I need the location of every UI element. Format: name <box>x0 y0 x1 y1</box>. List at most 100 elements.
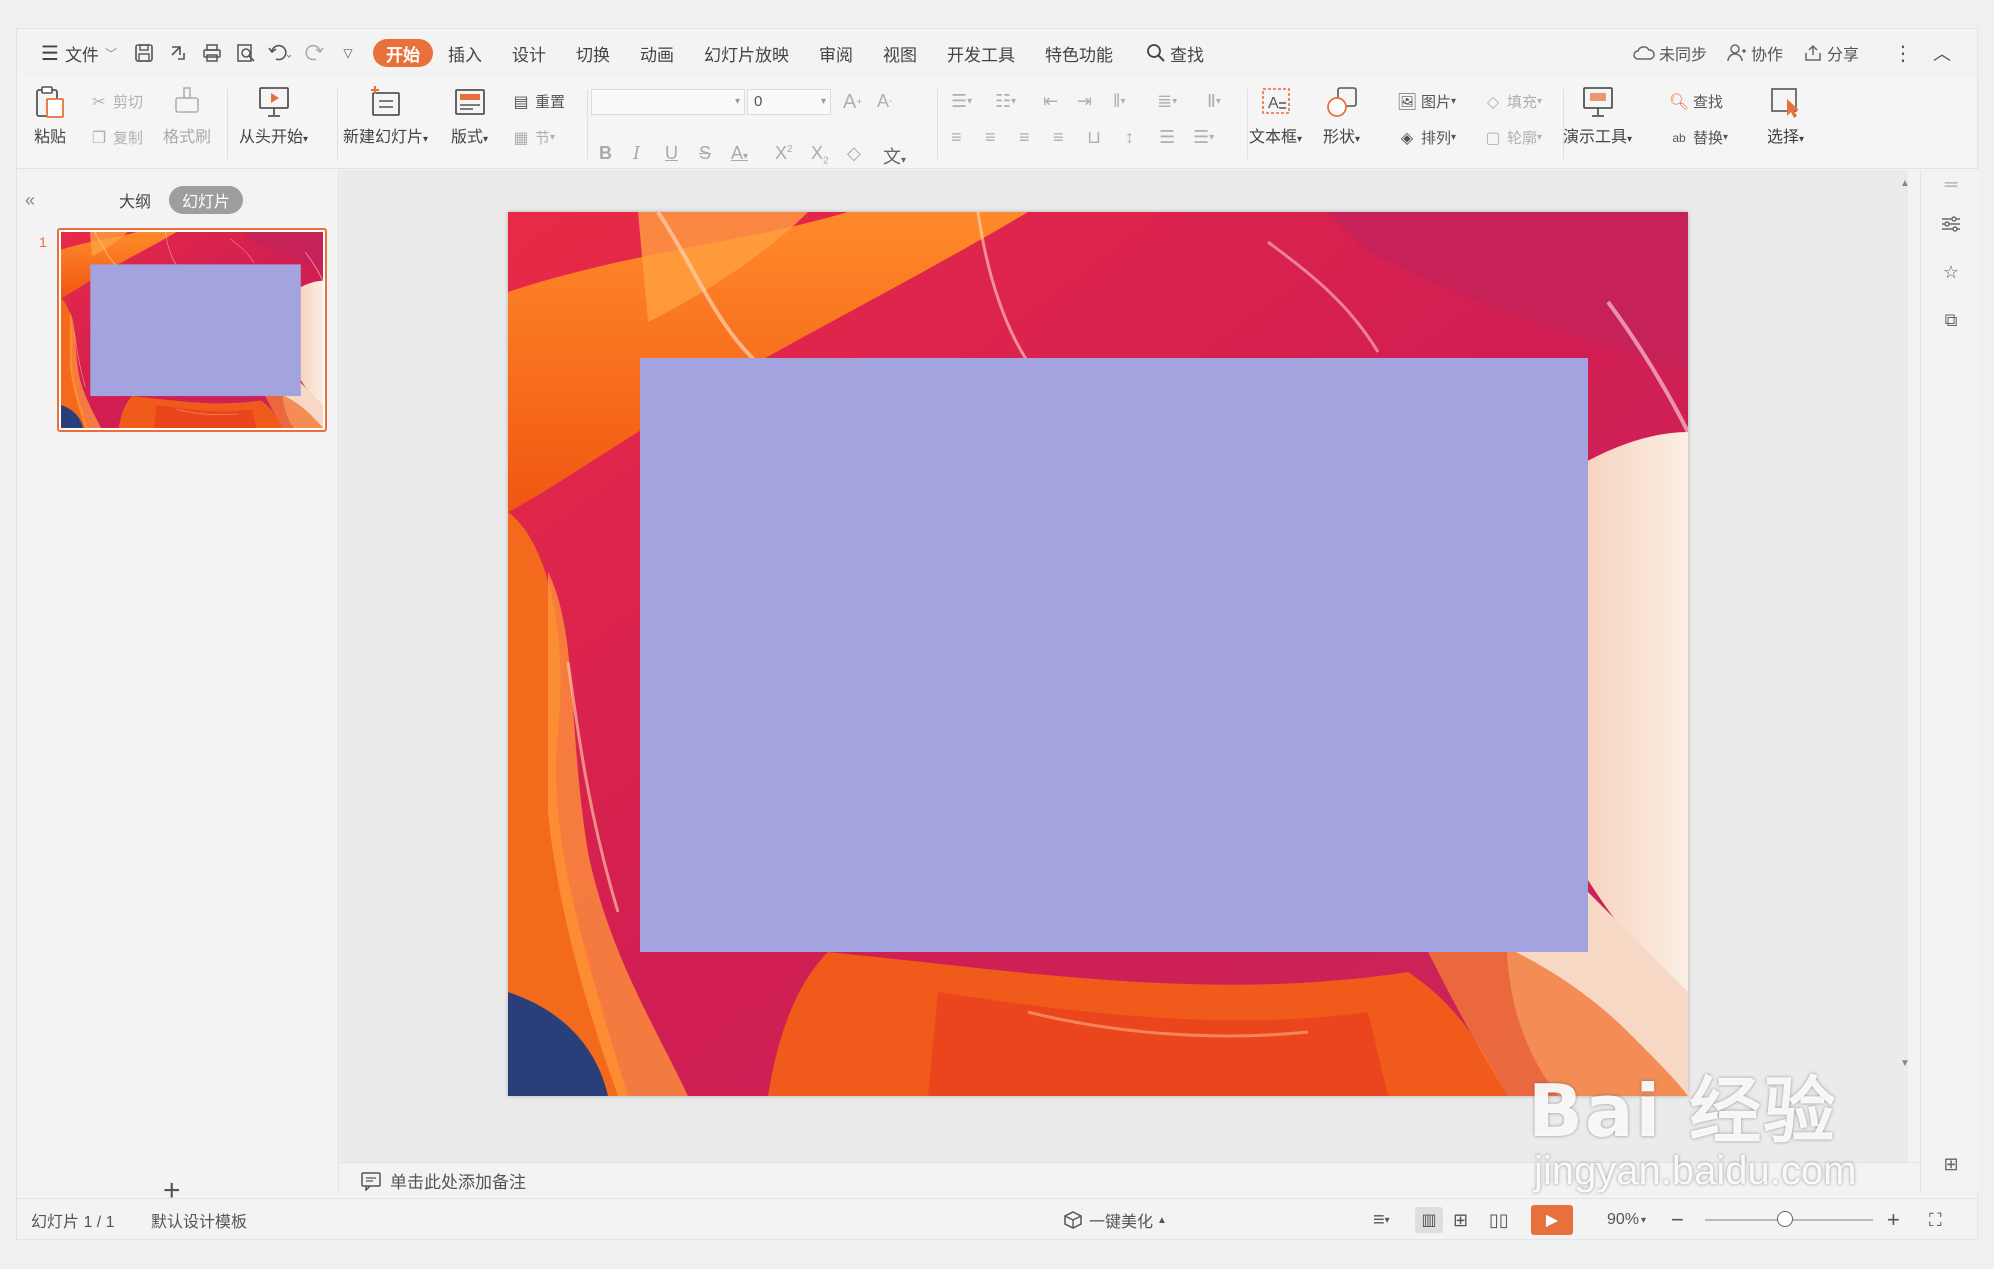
cut-button[interactable]: ✂ 剪切 <box>89 91 143 112</box>
slide-sorter-icon[interactable]: ⊞ <box>1453 1210 1468 1231</box>
numbering-icon[interactable]: ☷ ▾ <box>995 91 1016 112</box>
sync-status[interactable]: 未同步 <box>1623 37 1717 69</box>
text-direction-icon[interactable]: Ⅱ ▾ <box>1207 91 1221 112</box>
tab-insert[interactable]: 插入 <box>433 37 497 69</box>
beautify-button[interactable]: 一键美化 ▲ <box>1063 1208 1167 1232</box>
new-slide-icon <box>369 85 403 119</box>
collapse-panel-icon[interactable]: « <box>25 190 35 211</box>
slide[interactable] <box>508 212 1688 1096</box>
decrease-indent-icon[interactable]: ⇤ <box>1043 91 1058 112</box>
presentation-tools-button[interactable]: 演示工具▾ <box>1563 85 1632 147</box>
tab-design[interactable]: 设计 <box>497 37 561 69</box>
increase-indent-icon[interactable]: ⇥ <box>1077 91 1092 112</box>
presentation-tools-label: 演示工具 <box>1563 129 1628 146</box>
notes-icon <box>361 1171 381 1191</box>
select-button[interactable]: 选择▾ <box>1767 85 1804 147</box>
collaborate-button[interactable]: 协作 <box>1717 37 1793 69</box>
reading-view-icon[interactable]: ▯▯ <box>1489 1210 1509 1231</box>
layout-button[interactable]: 版式▾ <box>451 85 488 147</box>
tab-view[interactable]: 视图 <box>868 37 932 69</box>
tab-special-features[interactable]: 特色功能 <box>1030 37 1128 69</box>
slide-thumbnail[interactable] <box>57 228 327 432</box>
columns-icon[interactable]: ‖ ▾ <box>1113 91 1125 112</box>
copy-button[interactable]: ❐ 复制 <box>89 127 143 148</box>
transition-icon[interactable]: ⧉ <box>1939 308 1963 332</box>
search-command[interactable]: 查找 <box>1136 37 1214 69</box>
tab-transitions[interactable]: 切换 <box>561 37 625 69</box>
presentation-tools-icon <box>1581 85 1615 119</box>
normal-view-icon[interactable]: ▥ <box>1415 1207 1443 1233</box>
replace-button[interactable]: ab 替换 ▾ <box>1669 127 1728 148</box>
play-slideshow-button[interactable]: ▶ <box>1531 1205 1573 1235</box>
file-menu[interactable]: ☰ 文件 ﹀ <box>31 37 127 69</box>
fit-window-icon[interactable]: ⛶ <box>1929 1210 1942 1231</box>
notes-placeholder: 单击此处添加备注 <box>390 1173 526 1192</box>
print-icon[interactable] <box>195 37 229 69</box>
phonetic-guide-icon[interactable]: 文▾ <box>883 143 906 169</box>
grid-apps-icon[interactable]: ⊞ <box>1939 1152 1963 1176</box>
tab-slideshow[interactable]: 幻灯片放映 <box>689 37 804 69</box>
underline-icon[interactable]: U <box>665 143 678 164</box>
font-size-input[interactable]: 0 ▾ <box>747 89 831 115</box>
italic-icon[interactable]: I <box>633 143 640 164</box>
justify-icon[interactable]: ≡ <box>1053 127 1064 148</box>
properties-icon[interactable] <box>1939 212 1963 236</box>
tab-animations[interactable]: 动画 <box>625 37 689 69</box>
zoom-out-icon[interactable]: − <box>1671 1207 1684 1233</box>
reset-button[interactable]: ▤ 重置 <box>511 91 565 112</box>
paste-button[interactable]: 粘贴 <box>33 85 67 147</box>
distribute-icon[interactable]: ⊔ <box>1087 127 1101 148</box>
smartart-icon[interactable]: ☰ ▾ <box>1193 127 1214 148</box>
line-spacing-icon[interactable]: ≣ ▾ <box>1157 91 1177 112</box>
font-color-icon[interactable]: A▾ <box>731 143 748 164</box>
find-button[interactable]: 🔍︎ 查找 <box>1669 91 1723 112</box>
save-icon[interactable] <box>127 37 161 69</box>
superscript-icon[interactable]: X2 <box>775 143 793 164</box>
animation-star-icon[interactable]: ☆ <box>1939 260 1963 284</box>
from-start-button[interactable]: 从头开始▾ <box>239 85 308 147</box>
notes-toggle-icon[interactable]: ≡ ▾ <box>1373 1209 1390 1232</box>
section-button[interactable]: ▦ 节 ▾ <box>511 127 555 148</box>
customize-toolbar-icon[interactable]: ▽ <box>331 37 365 69</box>
zoom-slider-thumb[interactable] <box>1777 1211 1793 1227</box>
shape-button[interactable]: 形状▾ <box>1323 85 1360 147</box>
bold-icon[interactable]: B <box>599 143 612 164</box>
bullets-icon[interactable]: ☰ ▾ <box>951 91 972 112</box>
drag-handle-icon[interactable]: ═ <box>1939 172 1963 196</box>
fill-button[interactable]: ◇ 填充 ▾ <box>1483 91 1542 112</box>
new-slide-button[interactable]: 新建幻灯片▾ <box>343 85 428 147</box>
more-options-icon[interactable]: ⋮ <box>1883 37 1923 69</box>
subscript-icon[interactable]: X2 <box>811 143 829 167</box>
picture-button[interactable]: 🖼 图片 ▾ <box>1397 91 1456 112</box>
tab-slides[interactable]: 幻灯片 <box>169 186 244 214</box>
share-button[interactable]: 分享 <box>1793 37 1869 69</box>
sync-label: 未同步 <box>1658 47 1707 64</box>
redo-icon[interactable] <box>297 37 331 69</box>
text-align-icon[interactable]: ☰ <box>1159 127 1175 148</box>
increase-font-icon[interactable]: A + <box>843 91 862 114</box>
textbox-button[interactable]: A 文本框▾ <box>1249 85 1302 147</box>
arrange-button[interactable]: ◈ 排列 ▾ <box>1397 127 1456 148</box>
paragraph-spacing-icon[interactable]: ↕ <box>1125 127 1134 148</box>
tab-home[interactable]: 开始 <box>372 39 433 67</box>
font-name-input[interactable]: ▾ <box>591 89 745 115</box>
template-name[interactable]: 默认设计模板 <box>151 1208 247 1232</box>
zoom-in-icon[interactable]: + <box>1887 1207 1900 1233</box>
strikethrough-icon[interactable]: S <box>699 143 711 164</box>
align-center-icon[interactable]: ≡ <box>985 127 996 148</box>
collapse-ribbon-icon[interactable]: ︿ <box>1923 37 1961 69</box>
tab-developer[interactable]: 开发工具 <box>932 37 1030 69</box>
output-icon[interactable] <box>161 37 195 69</box>
zoom-level[interactable]: 90% ▾ <box>1607 1211 1646 1229</box>
tab-review[interactable]: 审阅 <box>804 37 868 69</box>
print-preview-icon[interactable] <box>229 37 263 69</box>
format-painter-button[interactable]: 格式刷 <box>163 85 211 147</box>
align-right-icon[interactable]: ≡ <box>1019 127 1030 148</box>
align-left-icon[interactable]: ≡ <box>951 127 962 148</box>
decrease-font-icon[interactable]: A- <box>877 91 892 112</box>
undo-icon[interactable] <box>263 37 297 69</box>
tab-outline[interactable]: 大纲 <box>119 188 151 212</box>
vertical-scrollbar[interactable]: ▲ ▼ <box>1900 170 1910 1162</box>
outline-button[interactable]: ▢ 轮廓 ▾ <box>1483 127 1542 148</box>
clear-format-icon[interactable]: ◇ <box>847 143 861 164</box>
